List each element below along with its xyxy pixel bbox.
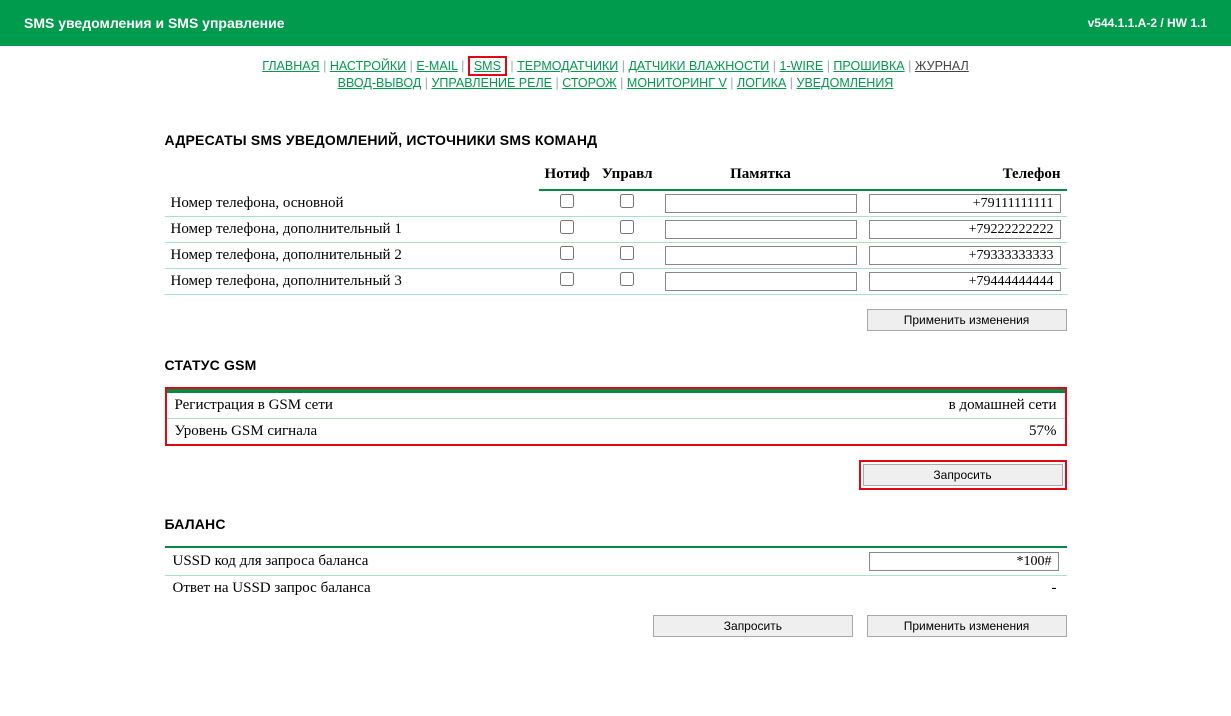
nav-relay[interactable]: УПРАВЛЕНИЕ РЕЛЕ bbox=[431, 76, 552, 90]
table-row: Номер телефона, основной bbox=[165, 190, 1067, 217]
row0-note-input[interactable] bbox=[665, 194, 857, 213]
row3-notif-checkbox[interactable] bbox=[560, 272, 574, 286]
row0-label: Номер телефона, основной bbox=[165, 190, 539, 217]
col-manage: Управл bbox=[596, 162, 659, 190]
gsm-signal-label: Уровень GSM сигнала bbox=[167, 419, 692, 445]
request-button-frame: Запросить bbox=[859, 460, 1067, 490]
row1-manage-checkbox[interactable] bbox=[620, 220, 634, 234]
gsm-reg-label: Регистрация в GSM сети bbox=[167, 392, 692, 419]
row3-note-input[interactable] bbox=[665, 272, 857, 291]
row2-notif-checkbox[interactable] bbox=[560, 246, 574, 260]
ussd-label: USSD код для запроса баланса bbox=[165, 547, 861, 576]
nav-io[interactable]: ВВОД-ВЫВОД bbox=[338, 76, 422, 90]
gsm-signal-value: 57% bbox=[692, 419, 1065, 445]
nav-settings[interactable]: НАСТРОЙКИ bbox=[330, 59, 406, 73]
recipients-heading: АДРЕСАТЫ SMS УВЕДОМЛЕНИЙ, ИСТОЧНИКИ SMS … bbox=[165, 132, 1067, 148]
row0-manage-checkbox[interactable] bbox=[620, 194, 634, 208]
ussd-answer-value: - bbox=[861, 576, 1067, 602]
gsm-row-registration: Регистрация в GSM сети в домашней сети bbox=[167, 392, 1065, 419]
row3-label: Номер телефона, дополнительный 3 bbox=[165, 269, 539, 295]
ussd-input[interactable] bbox=[869, 552, 1059, 571]
nav-monitoring[interactable]: МОНИТОРИНГ V bbox=[627, 76, 727, 90]
nav-journal[interactable]: ЖУРНАЛ bbox=[915, 59, 969, 73]
nav-firmware[interactable]: ПРОШИВКА bbox=[833, 59, 904, 73]
row1-note-input[interactable] bbox=[665, 220, 857, 239]
balance-table: USSD код для запроса баланса Ответ на US… bbox=[165, 546, 1067, 601]
balance-heading: БАЛАНС bbox=[165, 516, 1067, 532]
page-title: SMS уведомления и SMS управление bbox=[24, 15, 285, 31]
table-row: Номер телефона, дополнительный 1 bbox=[165, 217, 1067, 243]
gsm-request-button[interactable]: Запросить bbox=[863, 464, 1063, 486]
row2-phone-input[interactable] bbox=[869, 246, 1061, 265]
gsm-status-heading: СТАТУС GSM bbox=[165, 357, 1067, 373]
row1-label: Номер телефона, дополнительный 1 bbox=[165, 217, 539, 243]
table-row: Номер телефона, дополнительный 3 bbox=[165, 269, 1067, 295]
row2-note-input[interactable] bbox=[665, 246, 857, 265]
row2-manage-checkbox[interactable] bbox=[620, 246, 634, 260]
nav-sms[interactable]: SMS bbox=[474, 59, 501, 73]
nav-notifications[interactable]: УВЕДОМЛЕНИЯ bbox=[797, 76, 894, 90]
row1-phone-input[interactable] bbox=[869, 220, 1061, 239]
gsm-row-signal: Уровень GSM сигнала 57% bbox=[167, 419, 1065, 445]
header-bar: SMS уведомления и SMS управление v544.1.… bbox=[0, 0, 1231, 46]
nav-watchdog[interactable]: СТОРОЖ bbox=[562, 76, 616, 90]
col-phone: Телефон bbox=[863, 162, 1067, 190]
row3-manage-checkbox[interactable] bbox=[620, 272, 634, 286]
balance-row-answer: Ответ на USSD запрос баланса - bbox=[165, 576, 1067, 602]
nav-main[interactable]: ГЛАВНАЯ bbox=[262, 59, 319, 73]
row0-notif-checkbox[interactable] bbox=[560, 194, 574, 208]
col-note: Памятка bbox=[659, 162, 863, 190]
nav-thermosensors[interactable]: ТЕРМОДАТЧИКИ bbox=[517, 59, 618, 73]
recipients-table: Нотиф Управл Памятка Телефон Номер телеф… bbox=[165, 162, 1067, 295]
nav-sms-active: SMS bbox=[468, 56, 507, 76]
nav-logic[interactable]: ЛОГИКА bbox=[737, 76, 786, 90]
row0-phone-input[interactable] bbox=[869, 194, 1061, 213]
row1-notif-checkbox[interactable] bbox=[560, 220, 574, 234]
version-label: v544.1.1.A-2 / HW 1.1 bbox=[1088, 16, 1207, 30]
nav-email[interactable]: E-MAIL bbox=[416, 59, 457, 73]
nav-humidity[interactable]: ДАТЧИКИ ВЛАЖНОСТИ bbox=[628, 59, 769, 73]
balance-apply-button[interactable]: Применить изменения bbox=[867, 615, 1067, 637]
balance-row-ussd: USSD код для запроса баланса bbox=[165, 547, 1067, 576]
table-row: Номер телефона, дополнительный 2 bbox=[165, 243, 1067, 269]
row3-phone-input[interactable] bbox=[869, 272, 1061, 291]
balance-request-button[interactable]: Запросить bbox=[653, 615, 853, 637]
row2-label: Номер телефона, дополнительный 2 bbox=[165, 243, 539, 269]
gsm-status-box: Регистрация в GSM сети в домашней сети У… bbox=[165, 387, 1067, 446]
main-nav: ГЛАВНАЯ | НАСТРОЙКИ | E-MAIL | SMS | ТЕР… bbox=[0, 46, 1231, 94]
gsm-reg-value: в домашней сети bbox=[692, 392, 1065, 419]
ussd-answer-label: Ответ на USSD запрос баланса bbox=[165, 576, 861, 602]
nav-1wire[interactable]: 1-WIRE bbox=[779, 59, 823, 73]
col-notif: Нотиф bbox=[539, 162, 596, 190]
apply-changes-button[interactable]: Применить изменения bbox=[867, 309, 1067, 331]
